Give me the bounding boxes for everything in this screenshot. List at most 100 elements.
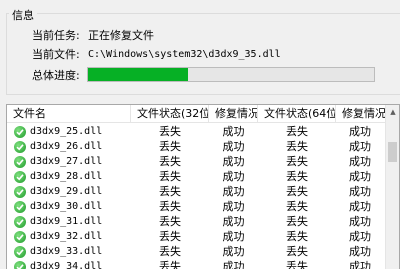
current-task-row: 当前任务: 正在修复文件 <box>32 27 154 43</box>
table-row[interactable]: d3dx9_30.dll 丢失 成功 丢失 成功 <box>7 199 387 214</box>
filename-cell: d3dx9_34.dll <box>7 259 131 269</box>
table-row[interactable]: d3dx9_27.dll 丢失 成功 丢失 成功 <box>7 154 387 169</box>
filename-cell: d3dx9_33.dll <box>7 244 131 259</box>
filename-cell: d3dx9_28.dll <box>7 169 131 184</box>
fix-64-cell: 成功 <box>349 185 371 198</box>
check-shield-icon <box>14 245 26 258</box>
check-shield-icon <box>14 170 26 183</box>
file-name: d3dx9_28.dll <box>30 171 103 182</box>
filename-cell: d3dx9_30.dll <box>7 199 131 214</box>
progress-row: 总体进度: <box>32 67 88 83</box>
status-32-cell: 丢失 <box>159 230 181 243</box>
fix-32-cell: 成功 <box>222 140 245 153</box>
list-rows: d3dx9_25.dll 丢失 成功 丢失 成功 d3dx9_26.dll 丢失 成功 丢失 成功… <box>7 124 387 269</box>
file-name: d3dx9_27.dll <box>30 156 103 167</box>
status-64-cell: 丢失 <box>286 260 308 269</box>
column-header-fix-32[interactable]: 修复情况 <box>209 105 258 123</box>
status-64-cell: 丢失 <box>286 215 308 228</box>
check-shield-icon <box>14 260 26 269</box>
current-file-value: C:\Windows\system32\d3dx9_35.dll <box>88 48 281 60</box>
fix-64-cell: 成功 <box>349 125 371 138</box>
fix-32-cell: 成功 <box>222 185 245 198</box>
vertical-scrollbar[interactable]: ▲ <box>385 105 399 269</box>
status-64-cell: 丢失 <box>286 155 308 168</box>
filename-cell: d3dx9_25.dll <box>7 124 131 139</box>
file-name: d3dx9_34.dll <box>30 261 103 269</box>
table-row[interactable]: d3dx9_33.dll 丢失 成功 丢失 成功 <box>7 244 387 259</box>
file-name: d3dx9_33.dll <box>30 246 103 257</box>
table-row[interactable]: d3dx9_28.dll 丢失 成功 丢失 成功 <box>7 169 387 184</box>
status-64-cell: 丢失 <box>286 230 308 243</box>
status-32-cell: 丢失 <box>159 185 181 198</box>
scroll-up-icon[interactable]: ▲ <box>386 105 399 119</box>
file-name: d3dx9_31.dll <box>30 216 103 227</box>
status-32-cell: 丢失 <box>159 215 181 228</box>
status-64-cell: 丢失 <box>286 200 308 213</box>
fix-64-cell: 成功 <box>349 140 371 153</box>
fix-32-cell: 成功 <box>222 200 245 213</box>
fix-32-cell: 成功 <box>222 245 245 258</box>
check-shield-icon <box>14 155 26 168</box>
file-name: d3dx9_25.dll <box>30 126 103 137</box>
fix-64-cell: 成功 <box>349 155 371 168</box>
table-row[interactable]: d3dx9_32.dll 丢失 成功 丢失 成功 <box>7 229 387 244</box>
status-32-cell: 丢失 <box>159 170 181 183</box>
filename-cell: d3dx9_27.dll <box>7 154 131 169</box>
filename-cell: d3dx9_31.dll <box>7 214 131 229</box>
table-row[interactable]: d3dx9_26.dll 丢失 成功 丢失 成功 <box>7 139 387 154</box>
status-64-cell: 丢失 <box>286 170 308 183</box>
progress-fill <box>88 68 189 81</box>
status-32-cell: 丢失 <box>159 200 181 213</box>
check-shield-icon <box>14 140 26 153</box>
status-64-cell: 丢失 <box>286 185 308 198</box>
fix-32-cell: 成功 <box>222 260 245 269</box>
status-64-cell: 丢失 <box>286 140 308 153</box>
fix-64-cell: 成功 <box>349 260 371 269</box>
check-shield-icon <box>14 200 26 213</box>
current-file-row: 当前文件: C:\Windows\system32\d3dx9_35.dll <box>32 46 281 62</box>
column-header-status-32[interactable]: 文件状态(32位) <box>131 105 209 123</box>
scrollbar-thumb[interactable] <box>388 142 397 162</box>
column-header-status-64[interactable]: 文件状态(64位) <box>258 105 336 123</box>
current-task-value: 正在修复文件 <box>88 29 154 42</box>
fix-32-cell: 成功 <box>222 215 245 228</box>
fix-64-cell: 成功 <box>349 170 371 183</box>
fix-64-cell: 成功 <box>349 200 371 213</box>
filename-cell: d3dx9_29.dll <box>7 184 131 199</box>
fix-64-cell: 成功 <box>349 215 371 228</box>
table-row[interactable]: d3dx9_31.dll 丢失 成功 丢失 成功 <box>7 214 387 229</box>
fix-32-cell: 成功 <box>222 170 245 183</box>
status-32-cell: 丢失 <box>159 260 181 269</box>
fix-64-cell: 成功 <box>349 230 371 243</box>
status-64-cell: 丢失 <box>286 245 308 258</box>
current-task-label: 当前任务: <box>32 29 80 42</box>
current-file-label: 当前文件: <box>32 48 80 61</box>
column-header-filename[interactable]: 文件名 <box>7 105 131 123</box>
check-shield-icon <box>14 215 26 228</box>
status-64-cell: 丢失 <box>286 125 308 138</box>
file-name: d3dx9_30.dll <box>30 201 103 212</box>
info-group-title: 信息 <box>9 7 37 23</box>
overall-progress-bar <box>87 67 375 82</box>
file-name: d3dx9_26.dll <box>30 141 103 152</box>
check-shield-icon <box>14 230 26 243</box>
repair-file-list[interactable]: 文件名 文件状态(32位) 修复情况 文件状态(64位) 修复情况 d3dx9_… <box>6 104 400 269</box>
fix-32-cell: 成功 <box>222 230 245 243</box>
fix-32-cell: 成功 <box>222 155 245 168</box>
filename-cell: d3dx9_32.dll <box>7 229 131 244</box>
status-32-cell: 丢失 <box>159 245 181 258</box>
table-row[interactable]: d3dx9_29.dll 丢失 成功 丢失 成功 <box>7 184 387 199</box>
table-row[interactable]: d3dx9_34.dll 丢失 成功 丢失 成功 <box>7 259 387 269</box>
fix-32-cell: 成功 <box>222 125 245 138</box>
table-row[interactable]: d3dx9_25.dll 丢失 成功 丢失 成功 <box>7 124 387 139</box>
list-header: 文件名 文件状态(32位) 修复情况 文件状态(64位) 修复情况 <box>7 105 399 123</box>
check-shield-icon <box>14 185 26 198</box>
status-32-cell: 丢失 <box>159 125 181 138</box>
fix-64-cell: 成功 <box>349 245 371 258</box>
check-shield-icon <box>14 125 26 138</box>
progress-label: 总体进度: <box>32 69 80 82</box>
status-32-cell: 丢失 <box>159 140 181 153</box>
filename-cell: d3dx9_26.dll <box>7 139 131 154</box>
file-name: d3dx9_32.dll <box>30 231 103 242</box>
file-name: d3dx9_29.dll <box>30 186 103 197</box>
